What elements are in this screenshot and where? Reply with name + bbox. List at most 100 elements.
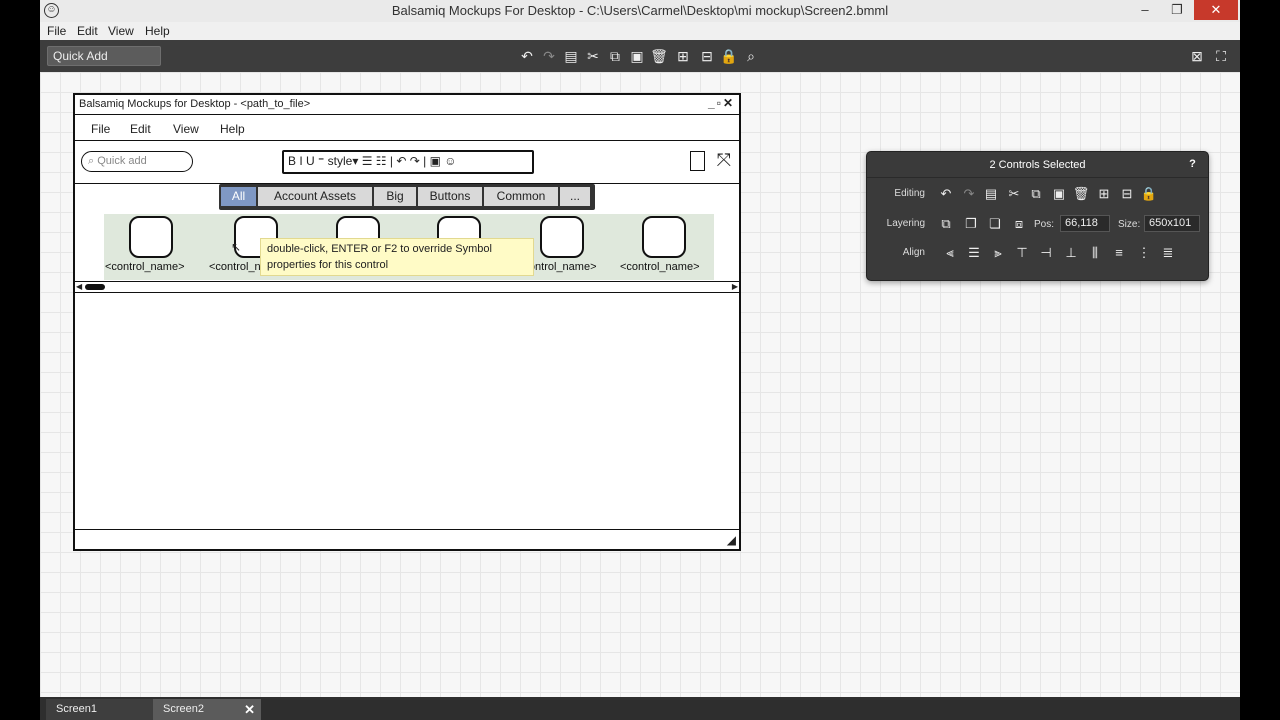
symbol-label: <control_name>: [105, 261, 185, 273]
mockup-window-controls: _▫✕: [708, 96, 735, 110]
menu-file[interactable]: File: [47, 24, 66, 38]
main-toolbar: Quick Add ↶ ↷ ▤ ✂ ⧉ ▣ 🗑 ⊞ ⊟ 🔒 ⌕ ⊠ ⛶: [40, 40, 1240, 72]
cut-icon[interactable]: ✂: [584, 47, 602, 65]
inspector-title: 2 Controls Selected: [989, 159, 1086, 171]
bring-forward-icon[interactable]: ❐: [962, 215, 980, 233]
distribute-vertical-icon[interactable]: ≡: [1110, 244, 1128, 262]
distribute-spacing-horizontal-icon[interactable]: ⋮: [1135, 244, 1153, 262]
duplicate-icon[interactable]: ▤: [982, 185, 1000, 203]
paste-icon[interactable]: ▣: [628, 47, 646, 65]
tab-account-assets[interactable]: Account Assets: [258, 187, 372, 206]
tab-common[interactable]: Common: [484, 187, 558, 206]
tab-more[interactable]: ...: [560, 187, 590, 206]
mouse-cursor-icon: ↖: [231, 240, 242, 254]
restore-icon[interactable]: ❐: [1162, 0, 1192, 20]
mockup-title: Balsamiq Mockups for Desktop - <path_to_…: [79, 98, 311, 110]
size-field[interactable]: 650x101: [1144, 215, 1200, 232]
mockup-menu-help[interactable]: Help: [220, 122, 245, 136]
copy-icon[interactable]: ⧉: [606, 47, 624, 65]
search-icon[interactable]: ⌕: [742, 47, 760, 65]
scrollbar-thumb[interactable]: [85, 284, 105, 290]
paste-icon[interactable]: ▣: [1050, 185, 1068, 203]
property-inspector: 2 Controls Selected ? Editing ↶ ↷ ▤ ✂ ⧉ …: [866, 151, 1209, 281]
quick-add-input[interactable]: Quick Add: [47, 46, 161, 66]
menu-bar: File Edit View Help: [40, 22, 1240, 40]
screen-tabs-bar: Screen1 Screen2 ✕: [40, 697, 1240, 720]
menu-edit[interactable]: Edit: [77, 24, 98, 38]
align-label: Align: [902, 247, 925, 258]
delete-icon[interactable]: 🗑: [1072, 185, 1090, 203]
mockup-rich-text-toolbar[interactable]: B I U ⁼ style▾ ☰ ☷ | ↶ ↷ | ▣ ☺: [282, 150, 534, 174]
align-left-icon[interactable]: ⫷: [941, 244, 959, 262]
tab-buttons[interactable]: Buttons: [418, 187, 482, 206]
align-right-icon[interactable]: ⫸: [989, 244, 1007, 262]
minimize-icon[interactable]: ‒: [1130, 0, 1160, 20]
lock-icon[interactable]: 🔒: [720, 47, 738, 65]
mockup-menu-file[interactable]: File: [91, 122, 110, 136]
tab-big[interactable]: Big: [374, 187, 416, 206]
distribute-spacing-vertical-icon[interactable]: ≣: [1159, 244, 1177, 262]
scroll-left-icon[interactable]: ◀: [76, 282, 82, 291]
symbol-placeholder[interactable]: [129, 216, 173, 258]
undo-icon[interactable]: ↶: [937, 185, 955, 203]
send-to-back-icon[interactable]: ⧈: [1010, 215, 1028, 233]
mockup-toolbar: ⌕ Quick add B I U ⁼ style▾ ☰ ☷ | ↶ ↷ | ▣…: [75, 142, 739, 184]
symbol-placeholder[interactable]: [540, 216, 584, 258]
tab-screen2[interactable]: Screen2 ✕: [153, 699, 261, 720]
pos-label: Pos:: [1034, 219, 1055, 230]
group-icon[interactable]: ⊞: [674, 47, 692, 65]
ungroup-icon[interactable]: ⊟: [1118, 185, 1136, 203]
align-middle-icon[interactable]: ⊣: [1037, 244, 1055, 262]
page-icon[interactable]: [690, 151, 705, 171]
bring-to-front-icon[interactable]: ⧉: [937, 215, 955, 233]
copy-icon[interactable]: ⧉: [1027, 185, 1045, 203]
fullscreen-icon[interactable]: ⛶: [1212, 47, 1230, 65]
close-view-icon[interactable]: ⊠: [1188, 47, 1206, 65]
inspector-divider: [867, 177, 1208, 178]
mockup-menu-bar: File Edit View Help: [75, 115, 739, 141]
align-center-icon[interactable]: ☰: [965, 244, 983, 262]
resize-grip-icon[interactable]: ◢: [727, 533, 736, 547]
symbol-tabs: All Account Assets Big Buttons Common ..…: [219, 184, 595, 210]
mockup-menu-edit[interactable]: Edit: [130, 122, 151, 136]
ungroup-icon[interactable]: ⊟: [698, 47, 716, 65]
cut-icon[interactable]: ✂: [1005, 185, 1023, 203]
close-icon[interactable]: ✕: [1194, 0, 1238, 20]
mockup-title-bar: Balsamiq Mockups for Desktop - <path_to_…: [75, 95, 739, 115]
lock-icon[interactable]: 🔒: [1140, 185, 1158, 203]
group-icon[interactable]: ⊞: [1095, 185, 1113, 203]
horizontal-scrollbar[interactable]: ◀ ▶: [75, 281, 739, 293]
distribute-horizontal-icon[interactable]: ⫼: [1086, 244, 1104, 262]
symbol-placeholder[interactable]: [642, 216, 686, 258]
help-icon[interactable]: ?: [1185, 157, 1200, 172]
canvas[interactable]: Balsamiq Mockups for Desktop - <path_to_…: [40, 72, 1240, 697]
align-top-icon[interactable]: ⊤: [1013, 244, 1031, 262]
tooltip: double-click, ENTER or F2 to override Sy…: [260, 238, 534, 276]
close-tab-icon[interactable]: ✕: [244, 699, 255, 720]
menu-help[interactable]: Help: [145, 24, 170, 38]
undo-icon[interactable]: ↶: [518, 47, 536, 65]
tab-screen2-label: Screen2: [163, 703, 204, 715]
symbol-label: <control_name>: [620, 261, 700, 273]
scroll-right-icon[interactable]: ▶: [732, 282, 738, 291]
redo-icon[interactable]: ↷: [960, 185, 978, 203]
send-backward-icon[interactable]: ❏: [986, 215, 1004, 233]
mockup-status-bar: ◢: [75, 529, 739, 549]
menu-view[interactable]: View: [108, 24, 134, 38]
mockup-fullscreen-icon[interactable]: ⤧: [717, 150, 731, 170]
redo-icon[interactable]: ↷: [540, 47, 558, 65]
delete-icon[interactable]: 🗑: [650, 47, 668, 65]
mockup-menu-view[interactable]: View: [173, 122, 199, 136]
browser-window-mockup[interactable]: Balsamiq Mockups for Desktop - <path_to_…: [73, 93, 741, 551]
align-bottom-icon[interactable]: ⊥: [1062, 244, 1080, 262]
title-bar: ☺ Balsamiq Mockups For Desktop - C:\User…: [40, 0, 1240, 22]
duplicate-icon[interactable]: ▤: [562, 47, 580, 65]
size-label: Size:: [1118, 219, 1141, 230]
mockup-search-input[interactable]: ⌕ Quick add: [81, 151, 193, 172]
pos-field[interactable]: 66,118: [1060, 215, 1110, 232]
editing-label: Editing: [894, 188, 925, 199]
tab-all[interactable]: All: [221, 187, 256, 206]
mockup-search-placeholder: Quick add: [97, 155, 147, 167]
tab-screen1[interactable]: Screen1: [46, 699, 154, 720]
layering-label: Layering: [886, 218, 925, 229]
